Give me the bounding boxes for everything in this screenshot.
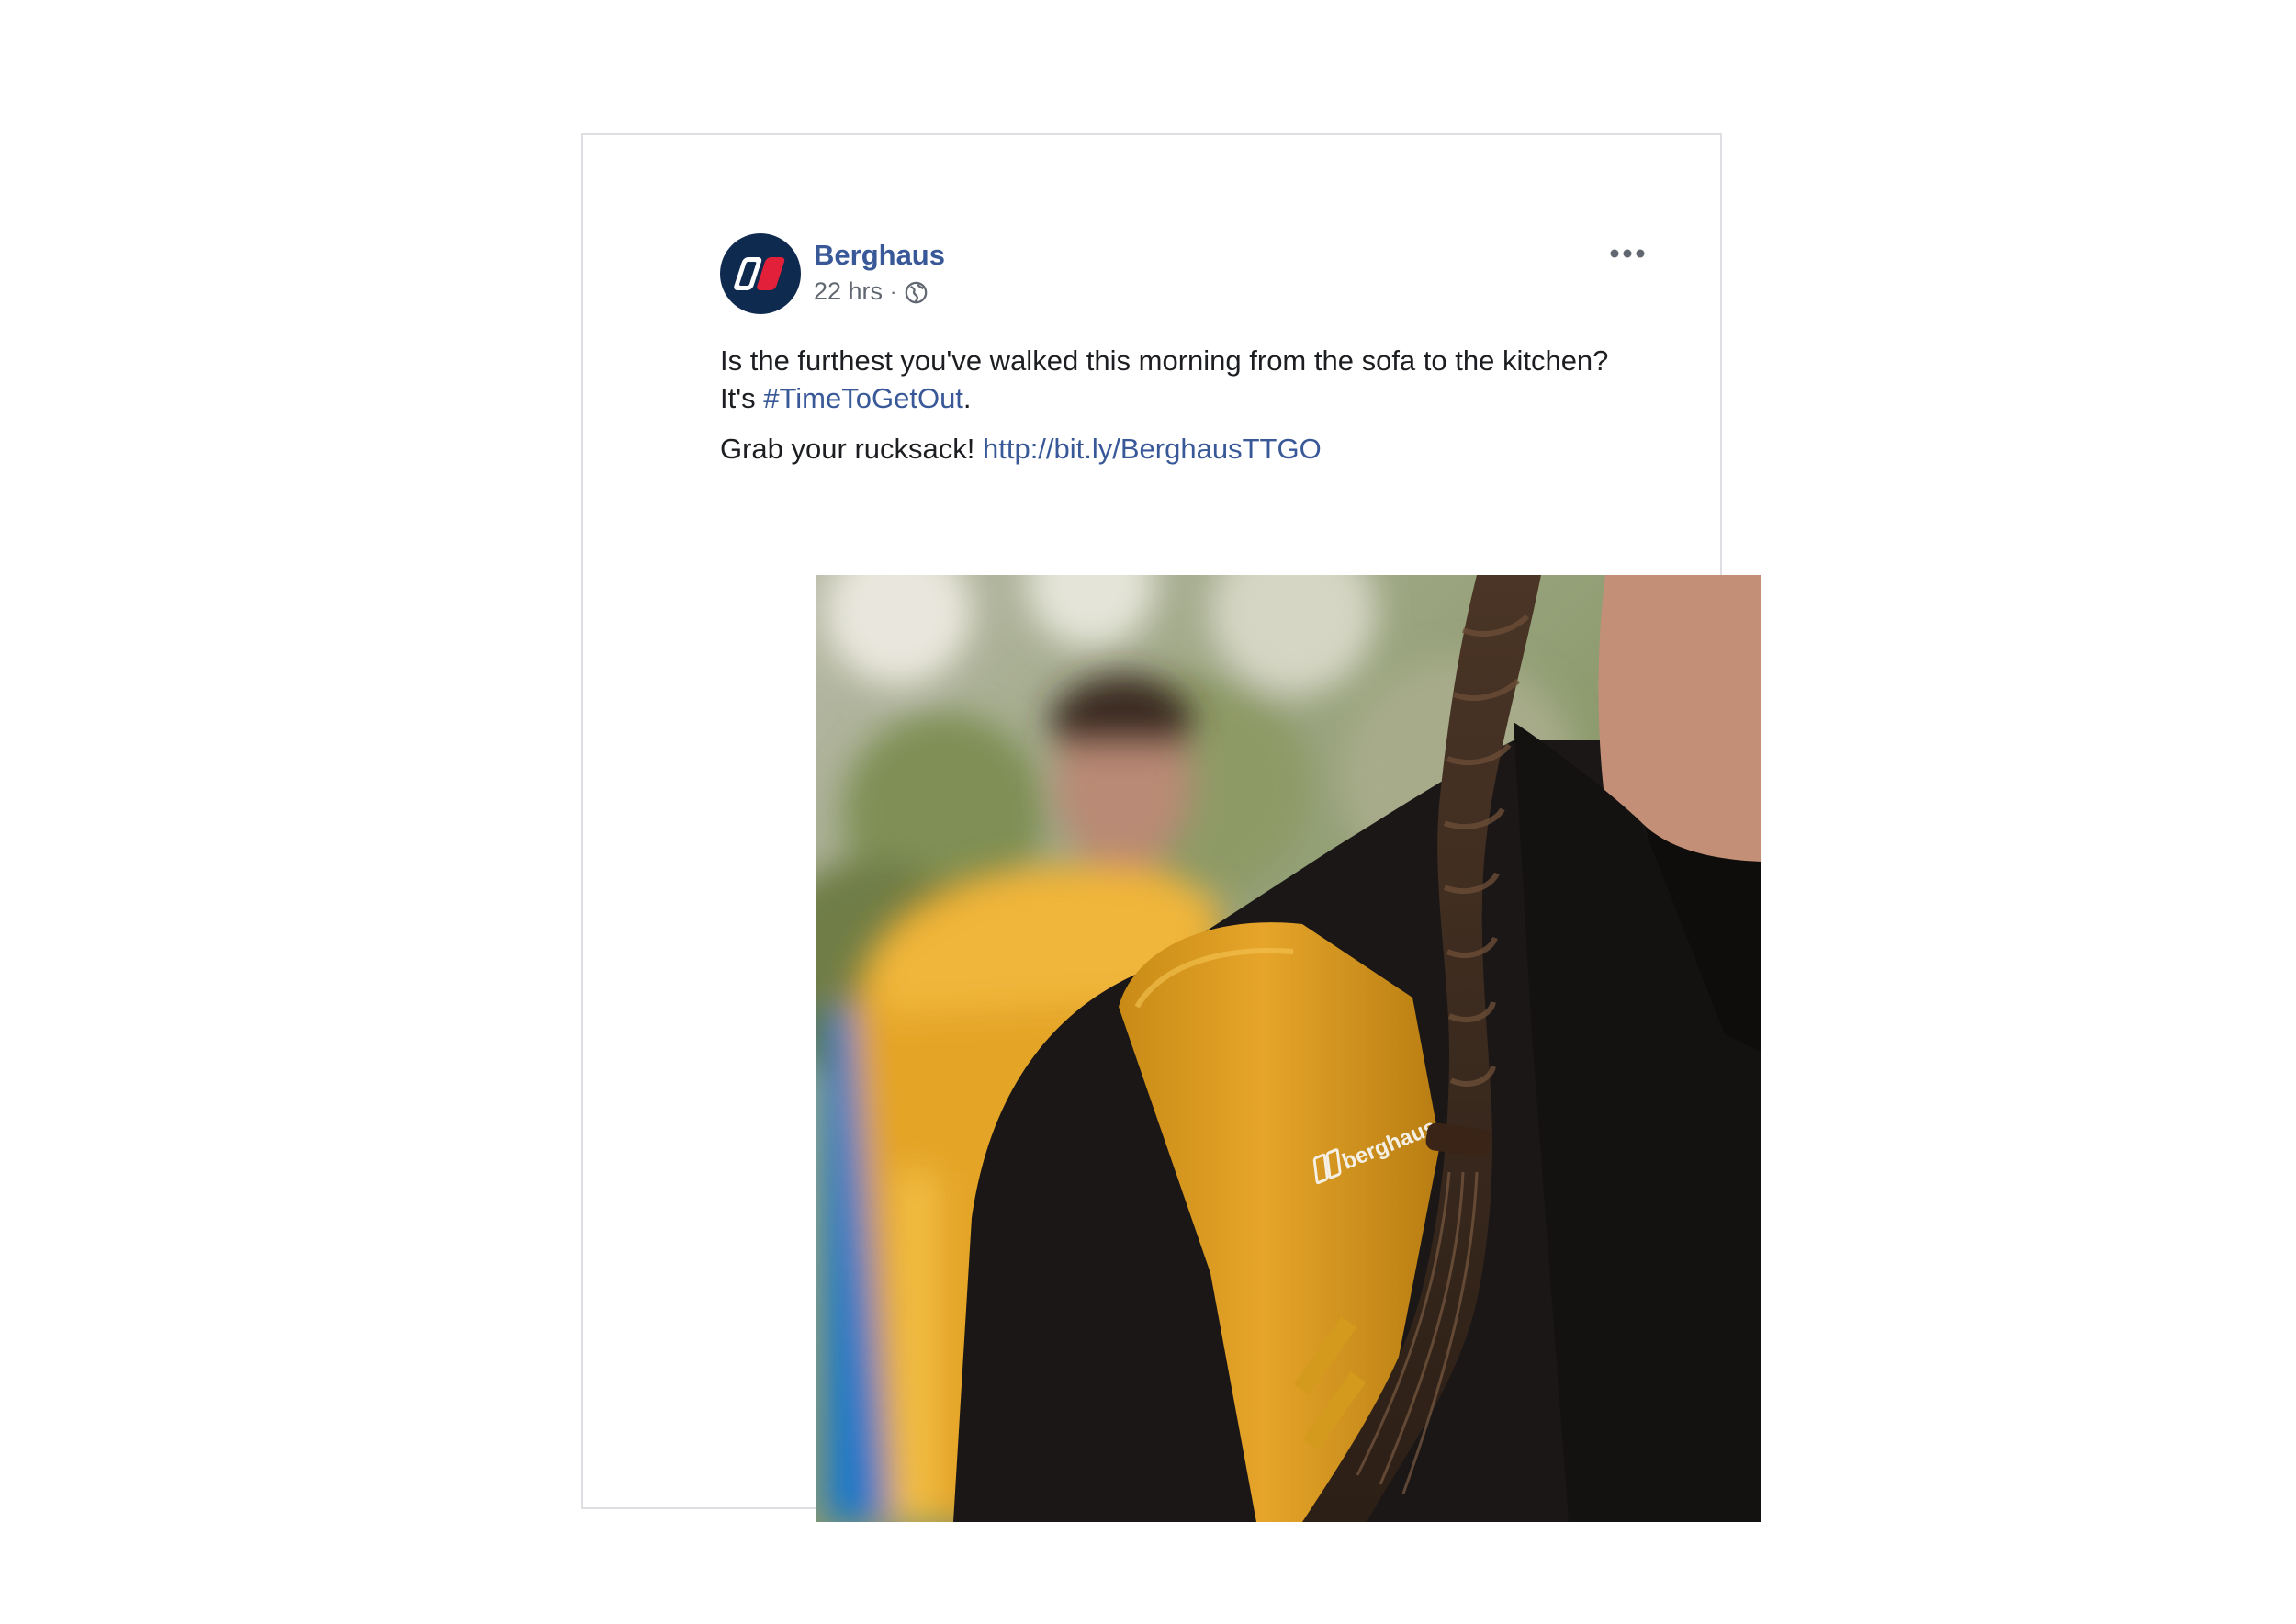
post-header: Berghaus 22 hrs · <box>709 233 1655 316</box>
more-options-icon[interactable] <box>1607 242 1648 265</box>
post-meta: 22 hrs · <box>814 277 929 306</box>
hiker-backpack-photo: berghaus <box>816 575 1761 1522</box>
hashtag-link[interactable]: #TimeToGetOut <box>763 382 963 414</box>
meta-separator: · <box>890 279 897 303</box>
globe-icon[interactable] <box>904 280 929 305</box>
post-photo[interactable]: berghaus <box>816 575 1761 1522</box>
post-text-line-2: Grab your rucksack! <box>720 433 983 465</box>
page-name-link[interactable]: Berghaus <box>814 239 945 272</box>
post-text-paragraph-1: Is the furthest you've walked this morni… <box>720 342 1638 417</box>
post-text: Is the furthest you've walked this morni… <box>720 342 1638 468</box>
post-timestamp[interactable]: 22 hrs <box>814 277 883 306</box>
post-text-period: . <box>962 382 972 414</box>
post-text-paragraph-2: Grab your rucksack! http://bit.ly/Bergha… <box>720 430 1638 468</box>
url-link[interactable]: http://bit.ly/BerghausTTGO <box>983 433 1322 465</box>
page-avatar[interactable] <box>720 233 801 314</box>
post: Berghaus 22 hrs · Is the furthest you've… <box>709 233 1761 1522</box>
post-card: Berghaus 22 hrs · Is the furthest you've… <box>581 133 1761 1522</box>
berghaus-logo-icon <box>720 233 801 314</box>
